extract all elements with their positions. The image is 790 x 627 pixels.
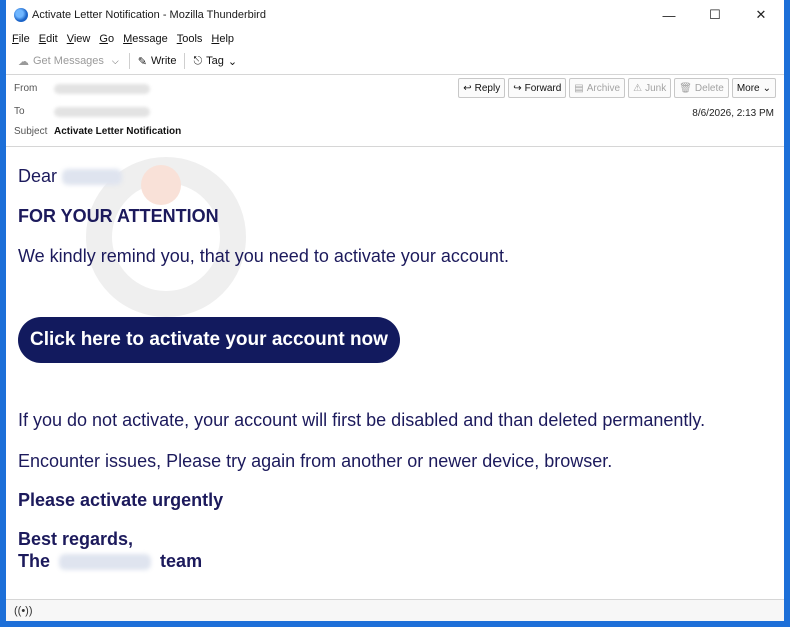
attention-heading: FOR YOUR ATTENTION [18, 206, 219, 226]
junk-label: Junk [645, 82, 667, 94]
message-date: 8/6/2026, 2:13 PM [692, 108, 774, 119]
activate-account-button[interactable]: Click here to activate your account now [18, 317, 400, 363]
archive-icon: ▤ [574, 82, 584, 94]
thunderbird-window: Activate Letter Notification - Mozilla T… [0, 0, 790, 627]
toolbar-separator [128, 53, 130, 69]
reply-label: Reply [474, 82, 501, 94]
chevron-down-icon: ⌄ [227, 55, 238, 68]
status-bar: ((•)) [6, 599, 784, 621]
close-icon: ✕ [755, 7, 767, 22]
menu-tools[interactable]: Tools [177, 33, 203, 45]
reply-button[interactable]: ↩ Reply [458, 78, 506, 98]
window-controls: — ☐ ✕ [646, 0, 784, 30]
menu-message-label: essage [132, 33, 168, 45]
from-value-redacted[interactable] [54, 83, 150, 94]
menu-edit[interactable]: Edit [39, 33, 58, 45]
menu-go-accesskey: G [99, 33, 108, 45]
get-messages-label: Get Messages [33, 55, 104, 67]
menu-file[interactable]: File [12, 33, 30, 45]
from-label: From [14, 83, 38, 94]
header-actions: ↩ Reply ↪ Forward ▤ Archive ⚠ Junk 🗑 Delete M… [458, 78, 776, 98]
to-value-redacted[interactable] [54, 106, 150, 117]
menu-go-label: o [107, 33, 115, 45]
menu-file-accesskey: F [12, 33, 19, 45]
more-button[interactable]: More ⌄ [731, 78, 776, 98]
menu-edit-label: dit [46, 33, 58, 45]
greeting-text: Dear [18, 166, 58, 186]
title-bar: Activate Letter Notification - Mozilla T… [6, 0, 784, 30]
archive-label: Archive [586, 82, 621, 94]
menu-edit-accesskey: E [38, 33, 47, 45]
close-button[interactable]: ✕ [738, 0, 784, 30]
write-button[interactable]: ✎ Write [134, 53, 181, 70]
pencil-icon: ✎ [137, 55, 147, 68]
issues-text: Encounter issues, Please try again from … [18, 451, 613, 471]
menu-view-label: iew [73, 33, 91, 45]
junk-button[interactable]: ⚠ Junk [628, 78, 672, 98]
menu-message-accesskey: M [123, 33, 133, 45]
delete-button[interactable]: 🗑 Delete [674, 78, 729, 98]
menu-bar: File Edit View Go Message Tools Help [6, 30, 784, 48]
tag-icon: ⎋ [193, 54, 203, 67]
forward-label: Forward [524, 82, 562, 94]
team-prefix: The [18, 551, 51, 571]
minimize-button[interactable]: — [646, 0, 692, 30]
regards-text: Best regards, [18, 529, 134, 549]
email-content: Dear FOR YOUR ATTENTION We kindly remind… [6, 147, 784, 572]
maximize-button[interactable]: ☐ [692, 0, 738, 30]
remind-text: We kindly remind you, that you need to a… [18, 246, 509, 266]
window-title: Activate Letter Notification - Mozilla T… [32, 9, 266, 21]
chevron-down-icon: ⌄ [762, 82, 771, 94]
forward-icon: ↪ [513, 82, 522, 94]
write-label: Write [150, 55, 177, 67]
to-label: To [14, 106, 25, 117]
menu-help-label: elp [219, 33, 235, 45]
maximize-icon: ☐ [709, 7, 721, 22]
get-messages-button[interactable]: ☁ Get Messages [14, 53, 108, 70]
menu-message[interactable]: Message [123, 33, 168, 45]
to-row: To [14, 106, 150, 117]
subject-value: Activate Letter Notification [54, 126, 182, 137]
message-body: Dear FOR YOUR ATTENTION We kindly remind… [6, 147, 784, 592]
cta-wrapper: Click here to activate your account now [18, 317, 772, 363]
team-name-redacted [59, 554, 152, 571]
minimize-icon: — [662, 7, 676, 23]
menu-help[interactable]: Help [211, 33, 234, 45]
reply-icon: ↩ [463, 82, 472, 94]
thunderbird-icon [14, 8, 28, 22]
message-header: From To Subject Activate Letter Notifica… [6, 75, 784, 147]
trash-icon: 🗑 [679, 82, 692, 94]
subject-label: Subject [14, 126, 48, 137]
forward-button[interactable]: ↪ Forward [508, 78, 567, 98]
main-toolbar: ☁ Get Messages ⌵ ✎ Write ⎋ Tag ⌄ [6, 48, 784, 75]
urgent-text: Please activate urgently [18, 490, 224, 510]
subject-row: Subject Activate Letter Notification [14, 126, 181, 137]
greeting-line: Dear [18, 165, 772, 187]
wireless-status-icon[interactable]: ((•)) [14, 605, 33, 617]
delete-label: Delete [694, 82, 724, 94]
more-label: More [736, 82, 760, 94]
from-row: From [14, 83, 150, 94]
menu-file-label: ile [18, 33, 30, 45]
tag-button[interactable]: ⎋ Tag ⌄ [189, 53, 241, 70]
window-frame: Activate Letter Notification - Mozilla T… [6, 0, 784, 621]
cloud-download-icon: ☁ [18, 55, 29, 68]
toolbar-separator [184, 53, 186, 69]
team-suffix: team [160, 551, 203, 571]
team-line: The team [18, 550, 772, 572]
warning-text: If you do not activate, your account wil… [18, 410, 706, 430]
archive-button[interactable]: ▤ Archive [569, 78, 626, 98]
get-messages-dropdown[interactable]: ⌵ [108, 56, 125, 67]
menu-go[interactable]: Go [99, 33, 114, 45]
tag-label: Tag [206, 55, 224, 67]
menu-tools-label: ools [182, 33, 203, 45]
recipient-name-redacted [62, 169, 123, 186]
menu-view-accesskey: V [66, 33, 74, 45]
menu-view[interactable]: View [67, 33, 91, 45]
junk-icon: ⚠ [633, 82, 643, 94]
